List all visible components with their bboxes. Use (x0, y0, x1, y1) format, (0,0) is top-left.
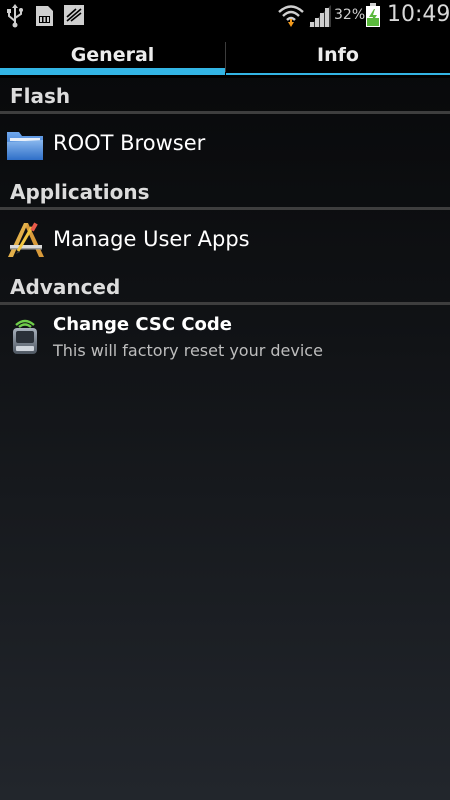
list-item-summary: This will factory reset your device (53, 341, 323, 360)
document-icon (64, 5, 84, 25)
clock-time: 10:49 (387, 2, 450, 27)
tab-info[interactable]: Info (226, 32, 450, 78)
list-item-manage-user-apps[interactable]: Manage User Apps (0, 212, 450, 270)
tab-indicator-selected (0, 68, 225, 75)
section-divider (0, 302, 450, 305)
list-item-title: Manage User Apps (53, 227, 250, 251)
app-tools-icon (8, 222, 44, 257)
battery-percent: 32% (334, 7, 366, 23)
section-header-flash: Flash (0, 80, 450, 114)
sd-card-icon (36, 6, 53, 26)
section-title-applications: Applications (10, 180, 150, 204)
list-item-change-csc-code[interactable]: Change CSC Code This will factory reset … (0, 306, 450, 368)
section-divider (0, 111, 450, 114)
list-item-title: ROOT Browser (53, 131, 206, 155)
battery-charging-icon (366, 3, 380, 27)
wifi-icon (278, 5, 304, 27)
tab-indicator-baseline (226, 73, 450, 75)
section-title-advanced: Advanced (10, 275, 121, 299)
section-title-flash: Flash (10, 84, 71, 108)
section-header-applications: Applications (0, 176, 450, 210)
list-item-root-browser[interactable]: ROOT Browser (0, 116, 450, 174)
section-divider (0, 207, 450, 210)
status-bar: 32% 10:49 (0, 0, 450, 32)
signal-icon (309, 5, 331, 27)
list-item-title: Change CSC Code (53, 314, 232, 335)
usb-icon (7, 4, 23, 28)
folder-icon (7, 132, 43, 160)
section-header-advanced: Advanced (0, 271, 450, 305)
android-device-icon (13, 319, 37, 354)
